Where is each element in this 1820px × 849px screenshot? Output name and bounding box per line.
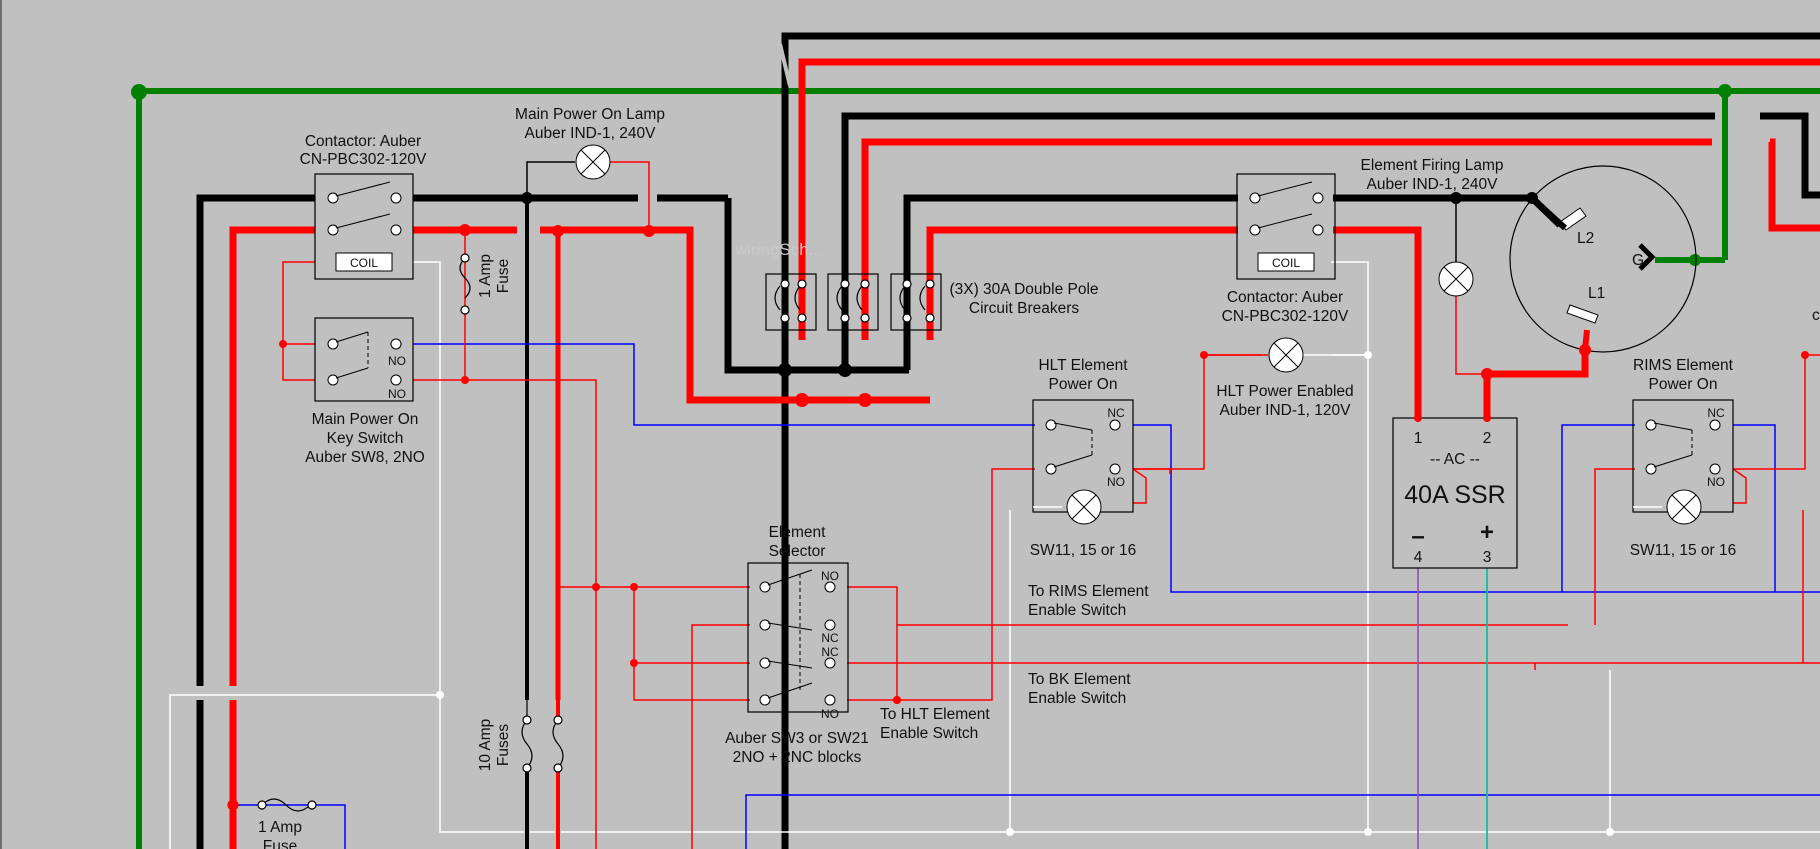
breakers-label-1: (3X) 30A Double Pole: [949, 281, 1098, 298]
ground-node-right: [1718, 84, 1732, 98]
firing-lamp-label-1: Element Firing Lamp: [1360, 157, 1503, 174]
fuse-bottom-label-1: 1 Amp: [258, 819, 302, 836]
contactor-1-label-2: CN-PBC302-120V: [300, 151, 427, 168]
fuse-bottom-label-2: Fuse: [263, 838, 297, 849]
to-bk-label-1: To BK Element: [1028, 671, 1131, 688]
firing-lamp-label-2: Auber IND-1, 240V: [1367, 176, 1499, 193]
ssr-minus: –: [1411, 523, 1424, 550]
element-selector: NO NC NC NO: [747, 562, 849, 721]
svg-text:NO: NO: [388, 354, 406, 368]
hlt-power-enabled-lamp: [1204, 337, 1368, 373]
element-firing-lamp: [1438, 198, 1487, 375]
to-rims-label-1: To RIMS Element: [1028, 583, 1149, 600]
selector-model-2: 2NO + 2NC blocks: [733, 749, 862, 766]
ssr-pin3: 3: [1483, 549, 1492, 566]
fuses-10amp-label-2: Fuses: [495, 724, 512, 766]
hlt-element-label-2: Power On: [1049, 376, 1118, 393]
selector-model-1: Auber SW3 or SW21: [725, 730, 869, 747]
contactor-2-label-2: CN-PBC302-120V: [1222, 308, 1349, 325]
rims-element-label-2: Power On: [1649, 376, 1718, 393]
main-power-lamp: [526, 144, 650, 231]
ssr-pin2: 2: [1483, 430, 1492, 447]
fuse-top-label-1: 1 Amp: [477, 254, 494, 298]
hlt-element-label-1: HLT Element: [1038, 357, 1128, 374]
svg-text:NC: NC: [821, 631, 839, 645]
coil-label-1: COIL: [350, 256, 378, 270]
rims-element-switch: NC NO: [1632, 399, 1734, 525]
coil-label-2: COIL: [1272, 256, 1300, 270]
key-switch-label-2: Key Switch: [327, 430, 404, 447]
ground-node-left: [131, 84, 147, 100]
rims-element-label-1: RIMS Element: [1633, 357, 1734, 374]
contactor-2: COIL: [1236, 173, 1336, 280]
line2-wires: [229, 58, 1820, 849]
svg-text:NO: NO: [388, 387, 406, 401]
svg-text:NC: NC: [1107, 406, 1125, 420]
watermark: wiringSch...: [734, 240, 823, 259]
svg-text:NO: NO: [1107, 475, 1125, 489]
ssr-pin1: 1: [1414, 430, 1423, 447]
blue-signal-wires: [233, 343, 1820, 849]
to-bk-label-2: Enable Switch: [1028, 690, 1126, 707]
ground-node-plug: [1689, 254, 1701, 266]
fuses-10amp-label-1: 10 Amp: [477, 719, 494, 772]
main-lamp-label-1: Main Power On Lamp: [515, 106, 665, 123]
ssr-40a: 1 2 -- AC -- 40A SSR – + 4 3: [1392, 414, 1518, 569]
key-switch: NO NO: [314, 317, 414, 402]
sw-rims-label: SW11, 15 or 16: [1630, 542, 1737, 559]
to-hlt-label-2: Enable Switch: [880, 725, 978, 742]
fuses-10amp: [521, 700, 564, 849]
hlt-enabled-label-2: Auber IND-1, 120V: [1220, 402, 1352, 419]
sw-hlt-label: SW11, 15 or 16: [1030, 542, 1137, 559]
plug-g: G: [1632, 252, 1644, 269]
svg-text:NC: NC: [821, 645, 839, 659]
plug-l2: L2: [1577, 230, 1594, 247]
ssr-ac: -- AC --: [1430, 451, 1480, 468]
key-switch-label-1: Main Power On: [312, 411, 419, 428]
contactor-1: COIL: [314, 173, 414, 280]
svg-text:NC: NC: [1707, 406, 1725, 420]
ssr-title: 40A SSR: [1404, 481, 1505, 509]
neutral-wires: [169, 261, 1820, 849]
key-switch-label-3: Auber SW8, 2NO: [305, 449, 425, 466]
to-hlt-label-1: To HLT Element: [880, 706, 990, 723]
circuit-breakers: [765, 273, 942, 331]
main-lamp-label-2: Auber IND-1, 240V: [525, 125, 657, 142]
plug-l1: L1: [1588, 285, 1605, 302]
breakers-label-2: Circuit Breakers: [969, 300, 1079, 317]
ssr-plus: +: [1480, 519, 1494, 546]
ground-wires: [136, 88, 1820, 849]
selector-label-2: Selector: [769, 543, 826, 560]
svg-text:NO: NO: [821, 707, 839, 721]
selector-label-1: Element: [769, 524, 827, 541]
fuse-top-label-2: Fuse: [495, 259, 512, 293]
red-signal-wires: [282, 230, 1820, 849]
contactor-1-label-1: Contactor: Auber: [305, 133, 421, 150]
hlt-enabled-label-1: HLT Power Enabled: [1216, 383, 1353, 400]
contactor-2-label-1: Contactor: Auber: [1227, 289, 1343, 306]
svg-text:NO: NO: [821, 569, 839, 583]
hlt-element-switch: NC NO: [1032, 399, 1134, 525]
svg-text:NO: NO: [1707, 475, 1725, 489]
wiring-diagram: COIL Contactor: Auber CN-PBC302-120V Mai…: [131, 32, 1820, 849]
right-edge-cut-label: c: [1812, 307, 1820, 324]
ssr-pin4: 4: [1414, 549, 1423, 566]
to-rims-label-2: Enable Switch: [1028, 602, 1126, 619]
